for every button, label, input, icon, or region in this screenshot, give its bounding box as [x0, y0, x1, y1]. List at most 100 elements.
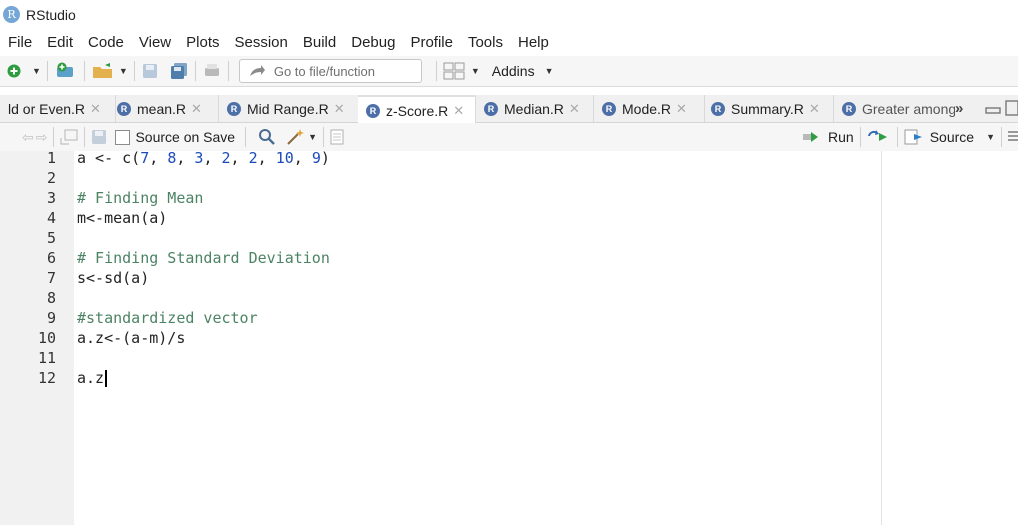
menu-plots[interactable]: Plots [178, 34, 226, 51]
menu-debug[interactable]: Debug [343, 34, 402, 51]
open-recent-dropdown-icon[interactable]: ▼ [119, 66, 128, 76]
close-icon[interactable]: ✕ [334, 101, 345, 117]
tab-label: Summary.R [731, 100, 804, 117]
code-line[interactable]: #standardized vector [77, 308, 258, 328]
r-file-icon: R [227, 101, 241, 116]
save-all-icon[interactable] [169, 62, 189, 80]
pane-layout-dropdown-icon[interactable]: ▼ [471, 66, 480, 76]
code-line[interactable]: m<-mean(a) [77, 208, 167, 228]
menu-view[interactable]: View [131, 34, 178, 51]
code-line[interactable]: # Finding Mean [77, 188, 203, 208]
line-number: 4 [46, 209, 56, 227]
close-icon[interactable]: ✕ [90, 101, 101, 117]
print-icon[interactable] [202, 62, 222, 80]
save-icon[interactable] [91, 129, 107, 145]
code-line[interactable]: a <- c(7, 8, 3, 2, 2, 10, 9) [77, 148, 330, 168]
save-icon[interactable] [141, 62, 159, 80]
code-line[interactable]: s<-sd(a) [77, 268, 149, 288]
source-icon[interactable] [904, 129, 926, 145]
addins-dropdown-icon[interactable]: ▼ [545, 66, 554, 76]
line-number: 3 [46, 189, 56, 207]
close-icon[interactable]: ✕ [676, 101, 687, 117]
tab-label: ld or Even.R [8, 100, 86, 117]
tab-label: Greater among [862, 100, 957, 117]
tab-mean[interactable]: R mean.R ✕ [108, 95, 219, 122]
editor-tab-bar: ld or Even.R ✕ R mean.R ✕ R Mid Range.R … [0, 95, 1018, 124]
toolbar-divider [1001, 127, 1002, 147]
source-dropdown-icon[interactable]: ▼ [986, 132, 995, 142]
compile-report-icon[interactable] [330, 129, 344, 145]
source-button[interactable]: Source [930, 129, 974, 145]
code-editor[interactable]: a <- c(7, 8, 3, 2, 2, 10, 9) # Finding Me… [74, 148, 1018, 525]
rstudio-logo-icon: R [3, 6, 20, 23]
line-number: 8 [46, 289, 56, 307]
rerun-icon[interactable] [867, 130, 891, 144]
minimize-pane-icon[interactable] [985, 102, 1001, 116]
close-icon[interactable]: ✕ [191, 101, 202, 117]
tab-label: Mid Range.R [247, 100, 329, 117]
menu-tools[interactable]: Tools [460, 34, 510, 51]
menu-help[interactable]: Help [510, 34, 556, 51]
tab-mid-range[interactable]: R Mid Range.R ✕ [218, 95, 359, 122]
show-in-window-icon[interactable] [60, 129, 78, 145]
pane-layout-icon[interactable] [443, 62, 465, 80]
new-project-icon[interactable] [54, 62, 78, 80]
toolbar-divider [83, 61, 85, 81]
back-arrow-icon[interactable]: ⇦ [22, 129, 34, 146]
tab-summary[interactable]: R Summary.R ✕ [703, 95, 834, 122]
line-number: 9 [46, 309, 56, 327]
addins-menu[interactable]: Addins [492, 63, 535, 79]
code-line[interactable]: a.z [77, 368, 108, 388]
menu-bar: File Edit Code View Plots Session Build … [0, 29, 1018, 55]
menu-code[interactable]: Code [80, 34, 131, 51]
print-margin-line [881, 151, 882, 525]
tab-label: Mode.R [622, 100, 672, 117]
menu-build[interactable]: Build [295, 34, 343, 51]
menu-profile[interactable]: Profile [402, 34, 460, 51]
text-cursor [105, 370, 108, 387]
r-file-icon: R [602, 101, 616, 116]
code-line[interactable]: a.z<-(a-m)/s [77, 328, 185, 348]
main-toolbar: ▼ ▼ Go to file/function ▼ Addins ▼ [0, 56, 1018, 87]
maximize-pane-icon[interactable] [1005, 100, 1018, 116]
line-number: 10 [37, 329, 56, 347]
open-file-icon[interactable] [91, 62, 117, 80]
close-icon[interactable]: ✕ [453, 103, 464, 119]
line-number: 6 [46, 249, 56, 267]
toolbar-divider [859, 127, 861, 147]
tab-label: z-Score.R [386, 102, 449, 119]
toolbar-divider [84, 127, 86, 147]
more-tabs-icon[interactable]: » [955, 100, 964, 117]
line-number: 1 [46, 149, 56, 167]
go-to-file-placeholder: Go to file/function [273, 63, 376, 79]
source-on-save-checkbox[interactable] [115, 129, 131, 145]
new-file-icon[interactable] [6, 63, 22, 79]
search-icon[interactable] [258, 128, 276, 146]
source-on-save-label: Source on Save [135, 129, 236, 145]
toolbar-divider [194, 61, 196, 81]
line-number-gutter: 1 2 3 4 5 6 7 8 9 10 11 12 [0, 149, 74, 525]
code-tools-dropdown-icon[interactable]: ▼ [308, 132, 317, 142]
run-arrow-icon[interactable] [802, 130, 824, 144]
go-to-file-input[interactable]: Go to file/function [238, 59, 422, 83]
r-file-icon: R [366, 103, 380, 118]
magic-wand-icon[interactable] [286, 128, 306, 146]
tab-median[interactable]: R Median.R ✕ [476, 95, 594, 122]
close-icon[interactable]: ✕ [569, 101, 580, 117]
r-file-icon: R [711, 101, 725, 116]
run-button[interactable]: Run [828, 129, 854, 145]
menu-file[interactable]: File [0, 34, 39, 51]
close-icon[interactable]: ✕ [809, 101, 820, 117]
toolbar-divider [896, 127, 898, 147]
new-file-dropdown-icon[interactable]: ▼ [32, 66, 41, 76]
tab-odd-or-even[interactable]: ld or Even.R ✕ [0, 95, 116, 122]
code-line[interactable]: # Finding Standard Deviation [77, 248, 330, 268]
menu-session[interactable]: Session [227, 34, 295, 51]
tab-mode[interactable]: R Mode.R ✕ [594, 95, 705, 122]
forward-arrow-icon[interactable]: ⇨ [36, 129, 48, 146]
outline-icon[interactable] [1008, 130, 1018, 144]
line-number: 7 [46, 269, 56, 287]
tab-z-score[interactable]: R z-Score.R ✕ [358, 95, 476, 124]
menu-edit[interactable]: Edit [39, 34, 80, 51]
r-file-icon: R [117, 101, 131, 116]
